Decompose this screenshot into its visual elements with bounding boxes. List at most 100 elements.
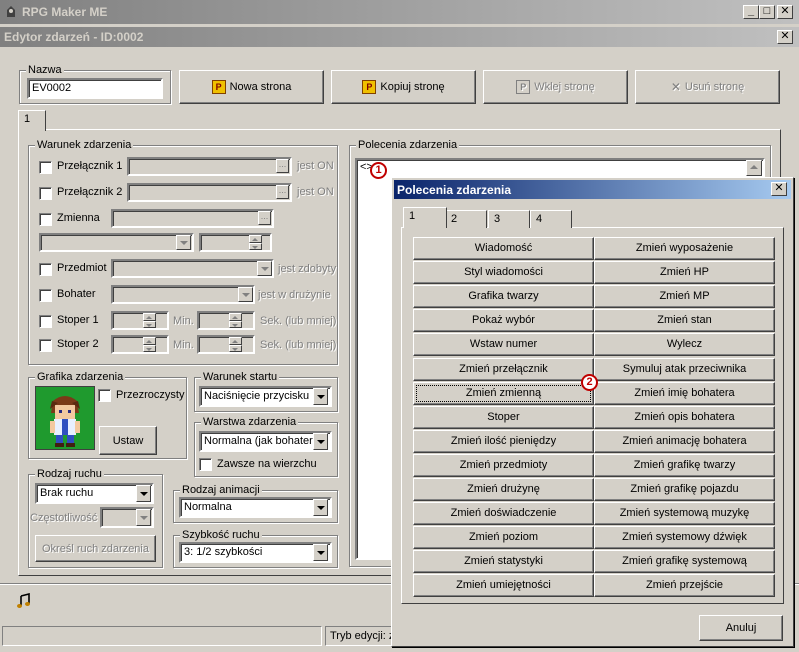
dialog-tab-2[interactable]: 2 [445, 210, 487, 228]
command-button[interactable]: Zmień imię bohatera [594, 381, 775, 405]
command-button[interactable]: Zmień przedmioty [413, 453, 594, 477]
trigger-label: Warunek startu [201, 371, 280, 383]
minimize-button[interactable]: _ [743, 5, 759, 19]
editor-title: Edytor zdarzeń - ID:0002 [4, 30, 144, 44]
command-button[interactable]: Zmień animację bohatera [594, 429, 775, 453]
item-checkbox[interactable] [39, 263, 52, 276]
timer2-checkbox[interactable] [39, 339, 52, 352]
status-panel-left [2, 626, 322, 646]
command-button[interactable]: Zmień MP [594, 285, 775, 309]
command-button[interactable]: Wylecz [594, 333, 775, 357]
dialog-close-button[interactable]: ✕ [771, 182, 787, 196]
music-note-icon[interactable] [16, 592, 32, 609]
hero-dropdown[interactable] [111, 285, 255, 304]
event-sprite[interactable] [35, 386, 95, 450]
switch2-checkbox[interactable] [39, 187, 52, 200]
command-button[interactable]: Stoper [413, 405, 594, 429]
copy-page-button[interactable]: P Kopiuj stronę [331, 70, 476, 104]
command-button[interactable]: Zmień ilość pieniędzy [413, 429, 594, 453]
editor-close-button[interactable]: ✕ [777, 30, 793, 44]
command-button[interactable]: Zmień systemowy dźwięk [594, 526, 775, 550]
delete-page-button[interactable]: ✕ Usuń stronę [635, 70, 780, 104]
switch1-field[interactable] [127, 157, 292, 176]
item-dropdown[interactable] [111, 259, 274, 278]
switch2-browse-button[interactable]: ... [276, 185, 289, 199]
transparent-checkbox[interactable] [98, 389, 111, 402]
command-button[interactable]: Zmień umiejętności [413, 574, 594, 598]
timer1-sec-spinner[interactable] [229, 313, 242, 328]
animation-dropdown-arrow[interactable] [313, 499, 328, 516]
layer-dropdown-arrow[interactable] [313, 433, 328, 450]
frequency-label: Częstotliwość [30, 512, 98, 524]
timer2-min-input[interactable] [111, 335, 169, 354]
switch2-field[interactable] [127, 183, 292, 202]
speed-dropdown[interactable]: 3: 1/2 szybkości [179, 542, 332, 563]
timer2-sec-spinner[interactable] [229, 337, 242, 352]
variable-field[interactable] [111, 209, 274, 228]
command-button[interactable]: Zmień stan [594, 309, 775, 333]
command-button[interactable]: Zmień grafikę systemową [594, 550, 775, 574]
variable-operator-arrow[interactable] [176, 235, 191, 250]
timer2-min-spinner[interactable] [143, 337, 156, 352]
timer1-min-spinner[interactable] [143, 313, 156, 328]
movement-dropdown-arrow[interactable] [136, 485, 151, 502]
command-button[interactable]: Zmień grafikę pojazdu [594, 478, 775, 501]
new-page-button[interactable]: P Nowa strona [179, 70, 324, 104]
timer1-label: Stoper 1 [57, 314, 99, 326]
timer2-sec-input[interactable] [197, 335, 255, 354]
frequency-dropdown-arrow[interactable] [136, 509, 151, 526]
conditions-group: Warunek zdarzenia [28, 139, 338, 365]
paste-page-button[interactable]: P Wklej stronę [483, 70, 628, 104]
command-button[interactable]: Styl wiadomości [413, 261, 594, 285]
command-button[interactable]: Zmień HP [594, 261, 775, 285]
switch1-checkbox[interactable] [39, 161, 52, 174]
command-button[interactable]: Wiadomość [413, 237, 594, 260]
dialog-tab-1[interactable]: 1 [403, 207, 447, 228]
always-on-top-checkbox[interactable] [199, 458, 212, 471]
command-button[interactable]: Zmień drużynę [413, 478, 594, 501]
command-button[interactable]: Grafika twarzy [413, 285, 594, 309]
command-button[interactable]: Zmień statystyki [413, 550, 594, 574]
page-icon: P [211, 80, 226, 94]
timer1-sec-input[interactable] [197, 311, 255, 330]
hero-label: Bohater [57, 288, 96, 300]
dialog-tab-3[interactable]: 3 [488, 210, 530, 228]
command-list-scrollbar[interactable] [746, 160, 762, 176]
timer1-checkbox[interactable] [39, 315, 52, 328]
trigger-dropdown-arrow[interactable] [313, 388, 328, 405]
command-list-row[interactable]: <> [358, 161, 743, 175]
variable-value-spinner[interactable] [249, 235, 262, 250]
cancel-button[interactable]: Anuluj [699, 615, 783, 641]
variable-operator-dropdown[interactable] [39, 233, 194, 252]
command-button[interactable]: Zmień systemową muzykę [594, 502, 775, 526]
command-button[interactable]: Zmień wyposażenie [594, 237, 775, 260]
hero-dropdown-arrow[interactable] [238, 287, 253, 302]
define-movement-button[interactable]: Określ ruch zdarzenia [35, 535, 156, 562]
app-close-button[interactable]: ✕ [777, 5, 793, 19]
name-label: Nazwa [26, 64, 64, 76]
command-button[interactable]: Zmień poziom [413, 526, 594, 550]
speed-dropdown-arrow[interactable] [313, 544, 328, 561]
command-button[interactable]: Zmień przełącznik [413, 357, 594, 381]
editor-titlebar: Edytor zdarzeń - ID:0002 ✕ [0, 27, 799, 47]
name-input[interactable]: EV0002 [27, 78, 163, 99]
maximize-button[interactable]: □ [759, 5, 775, 19]
timer1-min-input[interactable] [111, 311, 169, 330]
item-dropdown-arrow[interactable] [257, 261, 272, 276]
dialog-tab-4[interactable]: 4 [530, 210, 572, 228]
command-button[interactable]: Pokaż wybór [413, 309, 594, 333]
command-button[interactable]: Zmień doświadczenie [413, 502, 594, 526]
command-button[interactable]: Symuluj atak przeciwnika [594, 357, 775, 381]
command-button[interactable]: Zmień grafikę twarzy [594, 453, 775, 477]
variable-browse-button[interactable]: ... [258, 211, 271, 225]
command-button[interactable]: Zmień przejście [594, 574, 775, 598]
command-button[interactable]: Zmień opis bohatera [594, 405, 775, 429]
page-tab-1[interactable]: 1 [18, 110, 46, 131]
command-button[interactable]: Zmień zmienną [413, 381, 594, 405]
switch1-browse-button[interactable]: ... [276, 159, 289, 173]
variable-checkbox[interactable] [39, 213, 52, 226]
hero-checkbox[interactable] [39, 289, 52, 302]
animation-dropdown[interactable]: Normalna [179, 497, 332, 518]
command-button[interactable]: Wstaw numer [413, 333, 594, 357]
set-graphic-button[interactable]: Ustaw [99, 426, 157, 455]
